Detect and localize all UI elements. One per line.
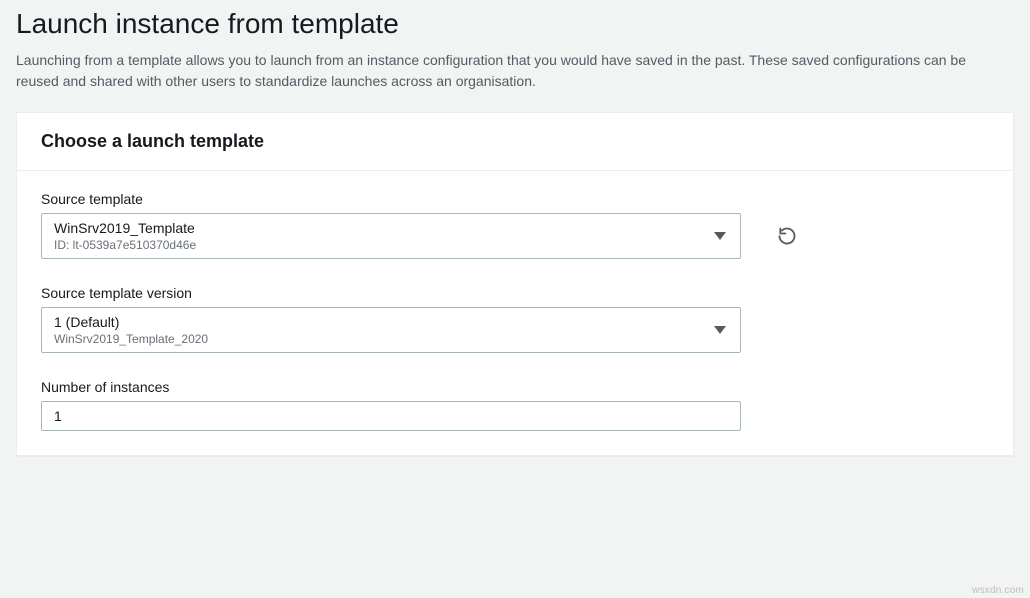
source-template-version-label: Source template version — [41, 285, 989, 301]
source-template-version-subvalue: WinSrv2019_Template_2020 — [54, 332, 704, 346]
caret-down-icon — [714, 227, 726, 245]
source-template-version-field: Source template version 1 (Default) WinS… — [41, 285, 989, 353]
panel-body: Source template WinSrv2019_Template ID: … — [17, 171, 1013, 455]
source-template-label: Source template — [41, 191, 989, 207]
caret-down-icon — [714, 321, 726, 339]
number-of-instances-label: Number of instances — [41, 379, 989, 395]
panel-header: Choose a launch template — [17, 113, 1013, 171]
watermark: wsxdn.com — [972, 585, 1024, 596]
source-template-field: Source template WinSrv2019_Template ID: … — [41, 191, 989, 259]
refresh-icon — [777, 226, 797, 246]
refresh-button[interactable] — [771, 220, 803, 252]
source-template-select[interactable]: WinSrv2019_Template ID: lt-0539a7e510370… — [41, 213, 741, 259]
source-template-version-value: 1 (Default) — [54, 314, 704, 330]
page-title: Launch instance from template — [16, 8, 1014, 40]
source-template-id: ID: lt-0539a7e510370d46e — [54, 238, 704, 252]
choose-launch-template-panel: Choose a launch template Source template… — [16, 112, 1014, 456]
source-template-version-select[interactable]: 1 (Default) WinSrv2019_Template_2020 — [41, 307, 741, 353]
panel-title: Choose a launch template — [41, 131, 989, 152]
source-template-value: WinSrv2019_Template — [54, 220, 704, 236]
number-of-instances-input[interactable] — [41, 401, 741, 431]
number-of-instances-field: Number of instances — [41, 379, 989, 431]
page-description: Launching from a template allows you to … — [16, 50, 996, 92]
